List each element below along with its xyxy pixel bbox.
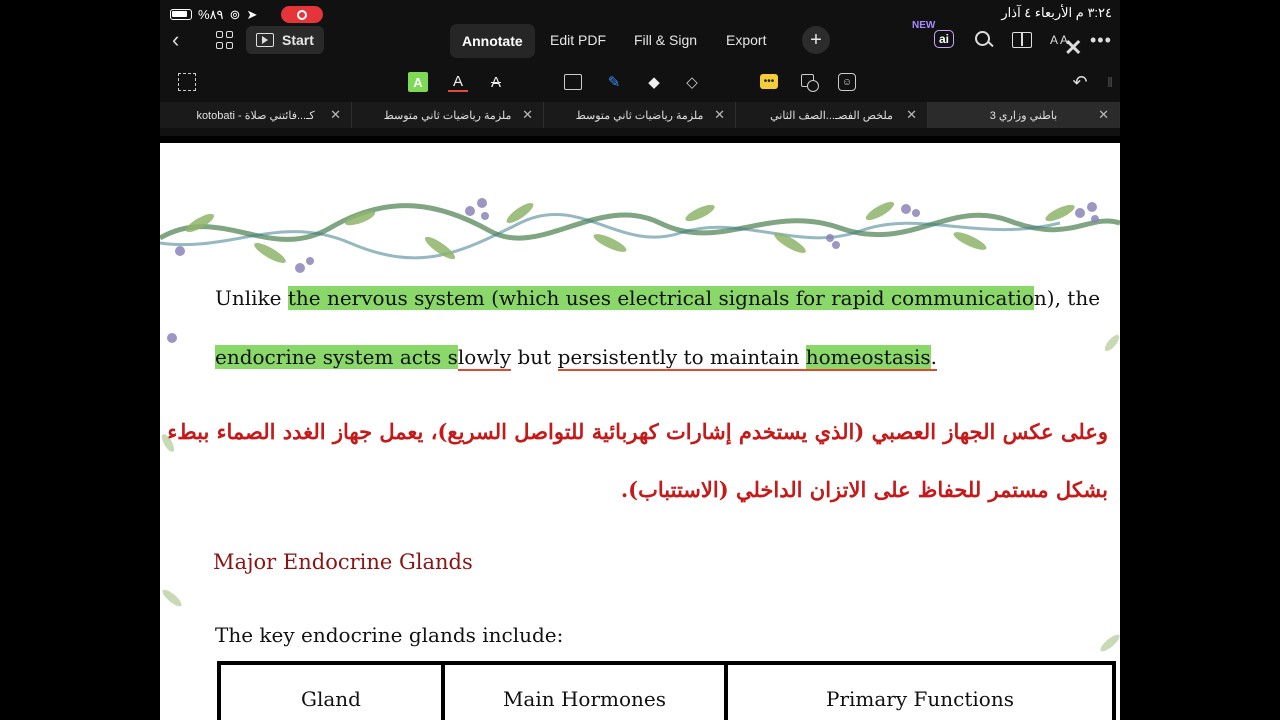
tab-annotate[interactable]: Annotate	[450, 24, 535, 58]
back-chevron-icon[interactable]: ‹	[172, 22, 179, 58]
tab-edit-pdf[interactable]: Edit PDF	[550, 22, 606, 58]
doc-tab-label: ملزمة رياضيات ثاني متوسط	[575, 109, 704, 122]
thumbnails-grid-icon[interactable]	[216, 31, 234, 49]
start-label: Start	[282, 32, 314, 48]
pen-icon[interactable]: ✎	[604, 72, 624, 92]
battery-level: %٨٩	[198, 6, 224, 22]
strikethrough-text-icon[interactable]: A	[486, 72, 506, 92]
screen-record-indicator[interactable]	[281, 6, 324, 23]
toolbar-handle-icon[interactable]: ‖	[1100, 72, 1120, 92]
intro-text: The key endocrine glands include:	[215, 623, 564, 647]
lasso-select-icon[interactable]	[178, 73, 196, 91]
sticker-icon[interactable]: ☺	[838, 73, 856, 91]
text-span: Unlike	[215, 286, 288, 310]
glands-table: Gland Main Hormones Primary Functions	[217, 661, 1116, 720]
text-box-icon[interactable]	[564, 74, 582, 90]
underlined-text[interactable]: persistently to maintain	[557, 345, 806, 371]
document-tabs: كـ...فائتني صلاة - kotobati ✕ ملزمة رياضي…	[160, 102, 1120, 128]
pdf-page[interactable]: Unlike the nervous system (which uses el…	[160, 143, 1120, 720]
capcut-watermark-logo: ✕	[1064, 35, 1083, 60]
close-icon[interactable]: ✕	[330, 107, 341, 123]
pdf-app: %٨٩ ⊚ ➤ ٣:٢٤ م الأربعاء ٤ آذار ‹ Start A…	[160, 0, 1120, 720]
arabic-translation-line-1: وعلى عكس الجهاز العصبي (الذي يستخدم إشار…	[160, 419, 1108, 444]
underlined-text[interactable]: lowly	[457, 345, 512, 371]
close-icon[interactable]: ✕	[906, 107, 917, 123]
start-button[interactable]: Start	[246, 26, 324, 54]
tab-fill-sign[interactable]: Fill & Sign	[634, 22, 697, 58]
table-header-cell: Gland	[221, 665, 445, 720]
doc-tab-label: ملخص الفصـ...الصف الثاني	[770, 109, 893, 122]
highlighted-text[interactable]: the nervous system (which uses electrica…	[287, 286, 1034, 310]
ai-assistant-icon[interactable]: ai	[934, 30, 954, 48]
doc-tab[interactable]: ملخص الفصـ...الصف الثاني ✕	[736, 102, 928, 128]
underline-text-icon[interactable]: A	[448, 72, 468, 92]
doc-tab-label: باطني وزاري 3	[989, 109, 1058, 122]
location-icon: ➤	[246, 6, 258, 22]
status-left: %٨٩ ⊚ ➤	[170, 6, 324, 23]
doc-tab-label: كـ...فائتني صلاة - kotobati	[196, 109, 315, 122]
tab-export[interactable]: Export	[726, 22, 766, 58]
highlighted-underlined-text[interactable]: homeostasis	[805, 345, 931, 371]
status-datetime: ٣:٢٤ م الأربعاء ٤ آذار	[1001, 5, 1112, 20]
shapes-icon[interactable]	[800, 72, 820, 92]
new-badge: NEW	[912, 19, 936, 31]
close-icon[interactable]: ✕	[1098, 107, 1109, 123]
highlighter-pen-icon[interactable]: ◆	[644, 72, 664, 92]
paragraph-line-2: endocrine system acts slowly but persist…	[215, 345, 938, 371]
battery-icon	[170, 9, 192, 20]
doc-tab[interactable]: كـ...فائتني صلاة - kotobati ✕	[160, 102, 352, 128]
highlight-text-icon[interactable]: A	[408, 72, 428, 92]
eraser-icon[interactable]: ◇	[682, 72, 702, 92]
paragraph-line-1: Unlike the nervous system (which uses el…	[215, 286, 1100, 310]
text-span: but	[511, 345, 558, 369]
highlighted-text[interactable]: endocrine system acts s	[215, 345, 458, 369]
annotation-toolbar: A A A ✎ ◆ ◇ ••• ☺ ↶ ‖	[160, 62, 1120, 102]
presentation-icon	[256, 33, 274, 47]
section-heading: Major Endocrine Glands	[213, 550, 473, 574]
page-top-border	[160, 136, 1120, 143]
doc-tab[interactable]: ملزمة رياضيات ثاني متوسط ✕	[352, 102, 544, 128]
top-toolbar: ‹ Start Annotate Edit PDF Fill & Sign Ex…	[160, 20, 1120, 62]
text-span: .	[930, 345, 938, 371]
table-header-cell: Main Hormones	[445, 665, 728, 720]
reading-mode-icon[interactable]	[1012, 32, 1032, 48]
sticky-note-icon[interactable]: •••	[760, 74, 778, 89]
arabic-translation-line-2: بشكل مستمر للحفاظ على الاتزان الداخلي (ا…	[620, 477, 1108, 502]
table-header-cell: Primary Functions	[826, 687, 1014, 711]
wifi-icon: ⊚	[229, 6, 241, 22]
record-icon	[297, 9, 308, 20]
text-span: n), the	[1033, 286, 1101, 310]
undo-icon[interactable]: ↶	[1070, 72, 1090, 92]
close-icon[interactable]: ✕	[522, 107, 533, 123]
more-options-icon[interactable]: •••	[1090, 22, 1112, 58]
doc-tab-active[interactable]: باطني وزاري 3 ✕	[928, 102, 1120, 128]
add-tool-button[interactable]: +	[802, 26, 830, 54]
close-icon[interactable]: ✕	[714, 107, 725, 123]
search-icon[interactable]	[974, 30, 994, 50]
doc-tab[interactable]: ملزمة رياضيات ثاني متوسط ✕	[544, 102, 736, 128]
doc-tab-label: ملزمة رياضيات ثاني متوسط	[383, 109, 512, 122]
